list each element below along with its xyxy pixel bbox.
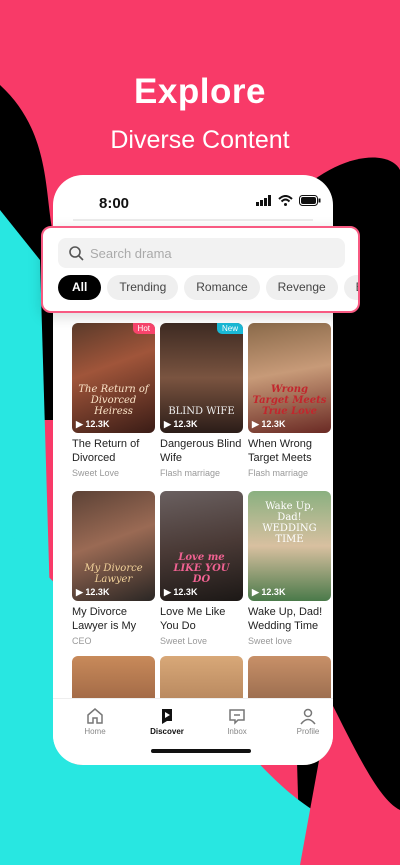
- poster-title: Wake Up, Dad! WEDDING TIME: [262, 501, 317, 545]
- search-input[interactable]: Search drama: [58, 238, 345, 268]
- chip-all[interactable]: All: [58, 275, 102, 300]
- nav-profile[interactable]: Profile: [278, 705, 333, 736]
- poster-title: The Return of Divorced Heiress: [78, 384, 149, 417]
- drama-card[interactable]: Wake Up, Dad! WEDDING TIME ▶ 12.3K Wake …: [248, 491, 331, 646]
- poster-image: Wake Up, Dad! WEDDING TIME ▶ 12.3K: [248, 491, 331, 601]
- view-count: ▶ 12.3K: [164, 587, 198, 597]
- status-icons: [256, 193, 321, 211]
- nav-profile-label: Profile: [296, 727, 320, 736]
- home-indicator: [151, 749, 251, 753]
- nav-discover-label: Discover: [150, 727, 184, 736]
- inbox-icon: [229, 709, 245, 725]
- status-time: 8:00: [99, 195, 130, 212]
- wifi-icon: [278, 193, 293, 211]
- card-genre: Sweet love: [248, 636, 293, 646]
- hot-badge: Hot: [132, 323, 155, 334]
- poster-title: My Divorce Lawyer: [84, 563, 143, 585]
- headline-title: Explore: [134, 72, 266, 111]
- card-title: Love Me Like You Do: [160, 606, 226, 632]
- card-title: When Wrong Target Meets Tr...: [248, 438, 312, 464]
- poster-image: New BLIND WIFE ▶ 12.3K: [160, 323, 243, 433]
- card-genre: Sweet Love: [72, 468, 120, 478]
- poster-title: Wrong Target Meets True Love: [252, 384, 327, 417]
- card-genre: CEO: [72, 636, 92, 646]
- nav-home[interactable]: Home: [65, 705, 125, 736]
- new-badge: New: [216, 323, 243, 334]
- drama-card[interactable]: Love me LIKE YOU DO ▶ 12.3K Love Me Like…: [160, 491, 243, 646]
- signal-icon: [256, 193, 272, 211]
- header-divider: [73, 219, 313, 221]
- card-title: Dangerous Blind Wife: [160, 438, 242, 464]
- drama-card[interactable]: Hot The Return of Divorced Heiress ▶ 12.…: [72, 323, 155, 478]
- view-count: ▶ 12.3K: [76, 587, 110, 597]
- bottom-nav: Home Discover Inbox Profile: [53, 698, 333, 765]
- drama-card[interactable]: New BLIND WIFE ▶ 12.3K Dangerous Blind W…: [160, 323, 243, 478]
- nav-inbox[interactable]: Inbox: [207, 705, 267, 736]
- search-icon: [68, 245, 84, 261]
- drama-card[interactable]: Wrong Target Meets True Love ▶ 12.3K Whe…: [248, 323, 331, 478]
- discover-icon: [162, 709, 172, 724]
- view-count: ▶ 12.3K: [76, 419, 110, 429]
- headline-subtitle: Diverse Content: [110, 126, 290, 154]
- chip-trending[interactable]: Trending: [107, 275, 179, 300]
- view-count: ▶ 12.3K: [252, 587, 286, 597]
- poster-image: Love me LIKE YOU DO ▶ 12.3K: [160, 491, 243, 601]
- poster-image: Wrong Target Meets True Love ▶ 12.3K: [248, 323, 331, 433]
- search-placeholder: Search drama: [90, 245, 172, 261]
- view-count: ▶ 12.3K: [164, 419, 198, 429]
- category-chips: All Trending Romance Revenge Betr: [58, 275, 358, 300]
- card-genre: Flash marriage: [160, 468, 221, 478]
- poster-title: Love me LIKE YOU DO: [173, 552, 230, 585]
- battery-icon: [299, 193, 321, 211]
- view-count: ▶ 12.3K: [252, 419, 286, 429]
- chip-betrayal[interactable]: Betr: [343, 275, 358, 300]
- home-icon: [87, 708, 103, 724]
- poster-image: My Divorce Lawyer ▶ 12.3K: [72, 491, 155, 601]
- profile-icon: [300, 708, 316, 725]
- nav-home-label: Home: [84, 727, 106, 736]
- poster-title: BLIND WIFE: [168, 406, 235, 417]
- poster-image: Hot The Return of Divorced Heiress ▶ 12.…: [72, 323, 155, 433]
- drama-card[interactable]: My Divorce Lawyer ▶ 12.3K My Divorce Law…: [72, 491, 155, 646]
- card-title: Wake Up, Dad! Wedding Time: [248, 606, 323, 632]
- card-genre: Sweet Love: [160, 636, 208, 646]
- card-title: My Divorce Lawyer is My Hu...: [72, 606, 137, 632]
- nav-inbox-label: Inbox: [227, 727, 247, 736]
- nav-discover[interactable]: Discover: [137, 705, 197, 736]
- chip-romance[interactable]: Romance: [184, 275, 260, 300]
- search-filter-panel: Search drama All Trending Romance Reveng…: [41, 226, 360, 313]
- card-title: The Return of Divorced Heiress: [72, 438, 140, 464]
- chip-revenge[interactable]: Revenge: [265, 275, 338, 300]
- card-genre: Flash marriage: [248, 468, 309, 478]
